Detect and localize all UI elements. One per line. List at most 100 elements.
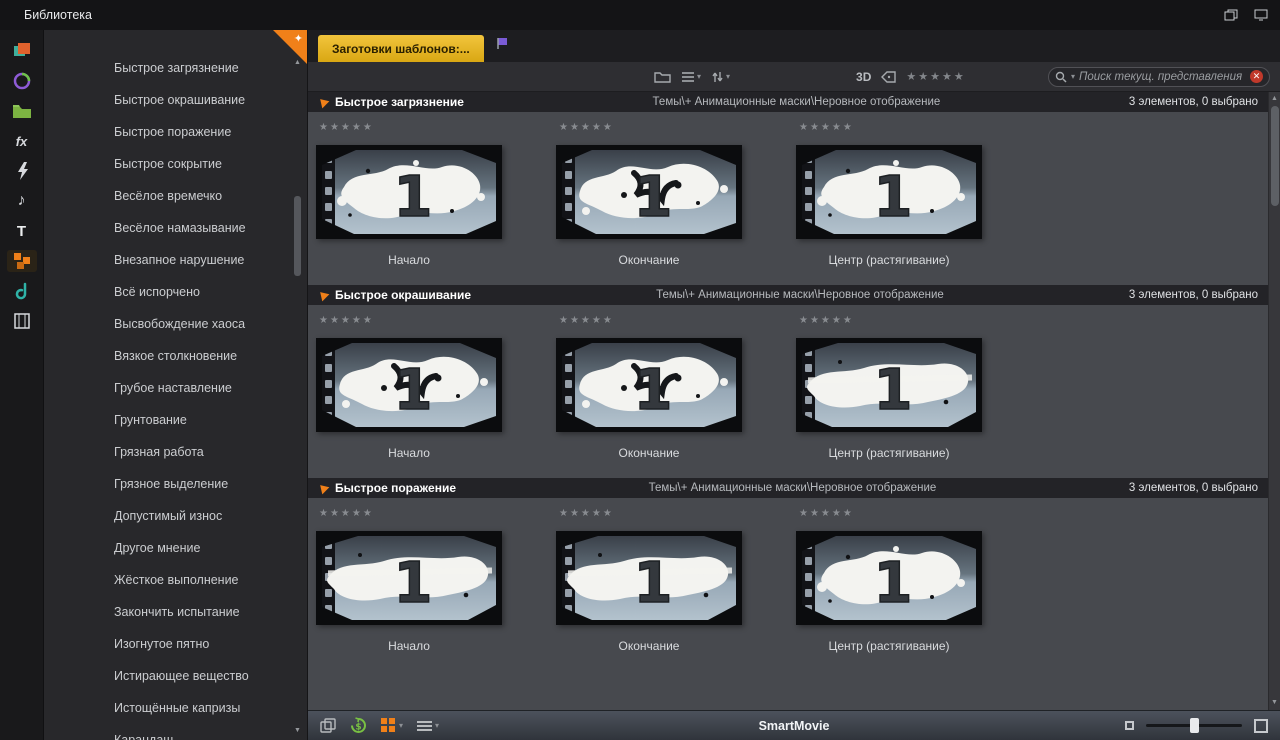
disc-menu-icon[interactable] (7, 280, 37, 302)
collapse-triangle-icon[interactable] (316, 288, 330, 302)
sidebar-item[interactable]: Допустимый износ (44, 500, 307, 532)
sidebar-item[interactable]: Быстрое загрязнение (44, 52, 307, 84)
sidebar-item[interactable]: Внезапное нарушение (44, 244, 307, 276)
rating-stars[interactable]: ★★★★★ (319, 315, 556, 326)
search-input[interactable] (1079, 70, 1246, 83)
tag-icon[interactable] (881, 70, 897, 83)
rating-stars[interactable]: ★★★★★ (799, 315, 1036, 326)
rating-stars[interactable]: ★★★★★ (799, 122, 1036, 133)
sidebar-item[interactable]: Грязное выделение (44, 468, 307, 500)
restore-window-icon[interactable] (1224, 9, 1238, 21)
group-count: 3 элементов, 0 выбрано (1128, 482, 1258, 494)
montage-themes-icon[interactable] (6, 250, 37, 272)
detach-monitor-icon[interactable] (1254, 9, 1268, 21)
rating-stars[interactable]: ★★★★★ (559, 508, 796, 519)
sidebar-item[interactable]: Грязная работа (44, 436, 307, 468)
asset-cell[interactable]: ★★★★★ Центр (растягивание) (796, 506, 1036, 653)
effects-icon[interactable]: fx (7, 130, 37, 152)
sidebar-item[interactable]: Высвобождение хаоса (44, 308, 307, 340)
asset-thumbnail[interactable] (796, 531, 982, 625)
music-icon[interactable]: ♪ (7, 190, 37, 212)
list-view-icon[interactable]: ▾ (417, 720, 439, 731)
chevron-down-icon[interactable]: ▾ (435, 721, 439, 730)
zoom-slider-handle[interactable] (1190, 718, 1199, 733)
content-scrollbar[interactable]: ▲ ▼ (1268, 92, 1280, 710)
collections-folder-icon[interactable] (7, 100, 37, 122)
sidebar-item[interactable]: Жёсткое выполнение (44, 564, 307, 596)
group-header[interactable]: Быстрое окрашивание Темы\+ Анимационные … (308, 285, 1268, 305)
asset-cell[interactable]: ★★★★★ Начало (316, 506, 556, 653)
asset-thumbnail[interactable] (796, 145, 982, 239)
view-3d-toggle[interactable]: 3D (856, 70, 871, 84)
collapse-triangle-icon[interactable] (316, 95, 330, 109)
sidebar-item[interactable]: Всё испорчено (44, 276, 307, 308)
rating-filter-stars[interactable]: ★★★★★ (906, 70, 965, 83)
asset-thumbnail[interactable] (556, 338, 742, 432)
thumbnail-view-icon[interactable]: ▾ (381, 718, 403, 733)
zoom-out-icon[interactable] (1125, 721, 1134, 730)
sidebar-item[interactable]: Изогнутое пятно (44, 628, 307, 660)
media-library-icon[interactable] (7, 40, 37, 62)
chevron-down-icon[interactable]: ▾ (399, 721, 403, 730)
sidebar-item[interactable]: Закончить испытание (44, 596, 307, 628)
scroll-down-icon[interactable]: ▼ (293, 726, 302, 736)
sidebar-item[interactable]: Истощённые капризы (44, 692, 307, 724)
asset-thumbnail[interactable] (316, 145, 502, 239)
asset-cell[interactable]: ★★★★★ Окончание (556, 313, 796, 460)
open-folder-icon[interactable] (654, 70, 671, 83)
details-pane-icon[interactable] (320, 718, 336, 733)
asset-thumbnail[interactable] (556, 145, 742, 239)
scroll-up-icon[interactable]: ▲ (293, 58, 302, 68)
view-options-icon[interactable]: ▾ (681, 71, 701, 82)
rating-stars[interactable]: ★★★★★ (799, 508, 1036, 519)
collection-flag-icon[interactable] (496, 36, 510, 55)
sidebar-item[interactable]: Вязкое столкновение (44, 340, 307, 372)
asset-thumbnail[interactable] (796, 338, 982, 432)
tab-template-presets[interactable]: Заготовки шаблонов:... (318, 35, 484, 62)
asset-cell[interactable]: ★★★★★ Начало (316, 313, 556, 460)
projects-disc-icon[interactable] (7, 70, 37, 92)
stock-media-icon[interactable] (7, 310, 37, 332)
sidebar-item[interactable]: Другое мнение (44, 532, 307, 564)
sidebar-item[interactable]: Весёлое намазывание (44, 212, 307, 244)
titles-icon[interactable]: T (7, 220, 37, 242)
shop-icon[interactable]: $ (350, 717, 367, 734)
rating-stars[interactable]: ★★★★★ (559, 122, 796, 133)
asset-cell[interactable]: ★★★★★ Окончание (556, 120, 796, 267)
sidebar-item[interactable]: Быстрое окрашивание (44, 84, 307, 116)
sidebar-item[interactable]: Грунтование (44, 404, 307, 436)
sidebar-item[interactable]: Карандаш (44, 724, 307, 740)
sidebar-item[interactable]: Быстрое поражение (44, 116, 307, 148)
sidebar-item[interactable]: Грубое наставление (44, 372, 307, 404)
scroll-down-icon[interactable]: ▼ (1269, 698, 1280, 708)
clear-search-icon[interactable]: ✕ (1250, 70, 1263, 83)
asset-cell[interactable]: ★★★★★ Центр (растягивание) (796, 120, 1036, 267)
rating-stars[interactable]: ★★★★★ (319, 508, 556, 519)
asset-cell[interactable]: ★★★★★ Центр (растягивание) (796, 313, 1036, 460)
sidebar-scrollbar[interactable]: ▲ ▼ (293, 58, 302, 736)
scroll-up-icon[interactable]: ▲ (1269, 94, 1280, 104)
smartmovie-button[interactable]: SmartMovie (759, 719, 830, 733)
sidebar-scroll-thumb[interactable] (294, 196, 301, 276)
sort-icon[interactable]: ▾ (711, 71, 730, 83)
asset-thumbnail[interactable] (316, 531, 502, 625)
rating-stars[interactable]: ★★★★★ (319, 122, 556, 133)
asset-thumbnail[interactable] (556, 531, 742, 625)
sidebar-item[interactable]: Быстрое сокрытие (44, 148, 307, 180)
transitions-icon[interactable] (7, 160, 37, 182)
sidebar-item[interactable]: Истирающее вещество (44, 660, 307, 692)
sidebar-item[interactable]: Весёлое времечко (44, 180, 307, 212)
zoom-in-icon[interactable] (1254, 718, 1268, 733)
asset-cell[interactable]: ★★★★★ Окончание (556, 506, 796, 653)
asset-thumbnail[interactable] (316, 338, 502, 432)
chevron-down-icon[interactable]: ▾ (1071, 72, 1075, 81)
asset-cell[interactable]: ★★★★★ Начало (316, 120, 556, 267)
content-scroll-thumb[interactable] (1271, 106, 1279, 206)
search-box[interactable]: ▾ ✕ (1048, 66, 1270, 87)
group-header[interactable]: Быстрое поражение Темы\+ Анимационные ма… (308, 478, 1268, 498)
collapse-triangle-icon[interactable] (316, 481, 330, 495)
sparkle-icon: ✦ (293, 33, 303, 45)
rating-stars[interactable]: ★★★★★ (559, 315, 796, 326)
group-header[interactable]: Быстрое загрязнение Темы\+ Анимационные … (308, 92, 1268, 112)
zoom-slider[interactable] (1146, 718, 1242, 733)
